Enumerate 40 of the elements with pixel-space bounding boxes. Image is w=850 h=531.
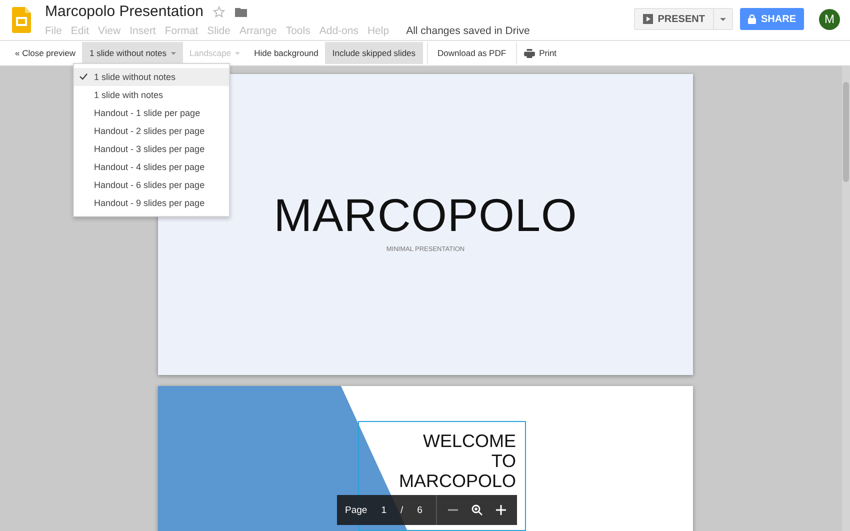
download-button[interactable]: Download as PDF: [426, 42, 516, 64]
document-title[interactable]: Marcopolo Presentation: [45, 3, 204, 20]
menu-option[interactable]: 1 slide with notes: [74, 86, 229, 104]
menu-option[interactable]: Handout - 6 slides per page: [74, 176, 229, 194]
caret-icon[interactable]: [720, 18, 726, 20]
save-status: All changes saved in Drive: [406, 25, 530, 37]
plus-icon: [495, 504, 508, 516]
slide-title: MARCOPOLO: [274, 192, 578, 238]
check-icon: [79, 73, 88, 80]
close-preview-link[interactable]: « Close preview: [8, 42, 82, 64]
page-total: 6: [417, 504, 422, 516]
menu-option[interactable]: Handout - 1 slide per page: [74, 104, 229, 122]
printer-icon: [524, 48, 536, 58]
zoom-button[interactable]: [471, 504, 484, 516]
slide-heading-line: MARCOPOLO: [398, 472, 516, 492]
zoom-icon: [471, 504, 484, 516]
page-separator: /: [400, 504, 404, 516]
slide-heading-line: WELCOME: [422, 432, 516, 452]
menu-option[interactable]: Handout - 2 slides per page: [74, 122, 229, 140]
current-page[interactable]: 1: [381, 504, 386, 516]
menu-option[interactable]: Handout - 9 slides per page: [74, 194, 229, 212]
print-button[interactable]: Print: [516, 42, 564, 64]
slide-heading-line: TO: [491, 452, 516, 472]
lock-icon: [748, 14, 756, 24]
menu-option[interactable]: Handout - 4 slides per page: [74, 158, 229, 176]
zoom-in-button[interactable]: [495, 504, 508, 516]
toggle-button[interactable]: Hide background: [247, 42, 326, 64]
folder-icon[interactable]: [235, 6, 248, 16]
present-button[interactable]: PRESENT: [634, 8, 733, 30]
menu-option[interactable]: Handout - 3 slides per page: [74, 140, 229, 158]
menu-option[interactable]: 1 slide without notes: [74, 68, 229, 86]
dropdown-button[interactable]: 1 slide without notes: [82, 42, 183, 64]
scrollbar[interactable]: [842, 66, 850, 531]
user-avatar[interactable]: M: [819, 8, 840, 30]
play-icon: [642, 14, 653, 24]
page-label: Page: [345, 504, 368, 516]
star-icon[interactable]: [213, 6, 226, 18]
caret-icon: [235, 52, 240, 54]
toggle-button[interactable]: Include skipped slides: [325, 42, 423, 64]
caret-icon: [170, 52, 176, 54]
